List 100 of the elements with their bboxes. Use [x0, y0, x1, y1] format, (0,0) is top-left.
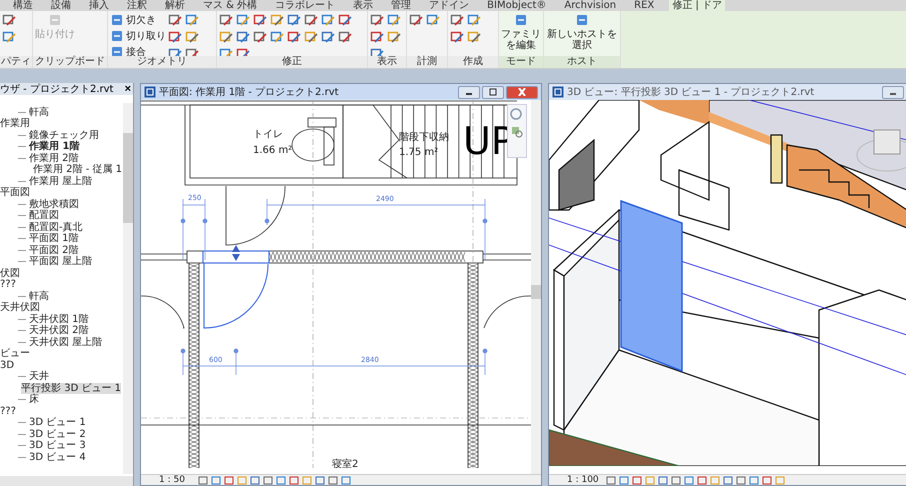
tree-item[interactable]: ???: [0, 279, 16, 290]
tree-item[interactable]: 3D ビュー 1: [29, 417, 86, 428]
tree-item[interactable]: 天井伏図 屋上階: [29, 336, 102, 348]
panel-title: ウザ - プロジェクト2.rvt: [0, 82, 114, 96]
tree-item[interactable]: 鏡像チェック用: [29, 130, 99, 141]
tree-item[interactable]: 天井伏図: [0, 302, 40, 314]
tree-item[interactable]: 軒高: [29, 290, 49, 302]
tool-icon[interactable]: [236, 30, 250, 44]
scrollbar[interactable]: [123, 103, 133, 474]
ribbon-tab[interactable]: 修正 | ドア: [669, 0, 725, 11]
maximize-button[interactable]: [482, 86, 504, 98]
tree-item[interactable]: ビュー: [0, 348, 30, 360]
ribbon-tab[interactable]: 管理: [388, 0, 414, 11]
close-button[interactable]: [506, 86, 538, 98]
tree-item[interactable]: 天井伏図 2階: [29, 325, 89, 336]
tree-item[interactable]: ???: [0, 406, 16, 417]
tree-item[interactable]: 作業用 2階: [29, 152, 79, 164]
tool-icon[interactable]: [219, 30, 233, 44]
tool-icon[interactable]: [409, 13, 423, 27]
tree-item[interactable]: 3D ビュー 3: [29, 440, 86, 452]
horizontal-scrollbar[interactable]: [0, 476, 133, 486]
tool-icon[interactable]: [304, 30, 318, 44]
ribbon-tab[interactable]: REX: [631, 0, 658, 11]
tool-icon[interactable]: [168, 30, 182, 44]
view-scale: 1 : 50: [159, 475, 186, 485]
tool-icon[interactable]: [2, 13, 16, 27]
tool-icon[interactable]: [370, 30, 384, 44]
ribbon-tab[interactable]: Archvision: [561, 0, 620, 11]
tool-icon[interactable]: [321, 30, 335, 44]
tree-item[interactable]: 配置図-真北: [29, 222, 83, 233]
ribbon-tab[interactable]: マス & 外構: [200, 0, 260, 11]
selected-door-drawing[interactable]: [620, 200, 683, 372]
tool-icon[interactable]: [287, 13, 301, 27]
ribbon-button[interactable]: 切り取り: [110, 29, 166, 43]
tool-icon[interactable]: [2, 30, 16, 44]
tree-item[interactable]: 作業用 屋上階: [29, 176, 92, 187]
ribbon-tab[interactable]: BIMobject®: [484, 0, 550, 11]
tool-icon[interactable]: [338, 30, 352, 44]
tool-icon[interactable]: [387, 13, 401, 27]
tree-item[interactable]: 平面図 2階: [29, 244, 79, 256]
tool-icon[interactable]: [185, 13, 199, 27]
ribbon-tab[interactable]: 挿入: [86, 0, 112, 11]
tool-icon[interactable]: [168, 13, 182, 27]
tool-icon[interactable]: [426, 13, 440, 27]
tree-item[interactable]: 作業用: [0, 118, 30, 130]
maximize-icon: [488, 88, 498, 96]
tool-icon: [575, 13, 589, 27]
tree-item[interactable]: 軒高: [29, 106, 49, 118]
tool-icon[interactable]: [270, 30, 284, 44]
tree-item[interactable]: 天井伏図 1階: [29, 314, 89, 325]
tool-icon[interactable]: [287, 30, 301, 44]
minimize-button[interactable]: [458, 86, 480, 98]
tree-item[interactable]: 伏図: [0, 268, 20, 279]
tool-icon[interactable]: [387, 30, 401, 44]
tool-icon[interactable]: [236, 13, 250, 27]
tool-icon[interactable]: [185, 30, 199, 44]
tool-icon[interactable]: [338, 13, 352, 27]
tool-icon[interactable]: [321, 13, 335, 27]
flip-arrow-icon[interactable]: [232, 245, 240, 261]
tool-icon[interactable]: [219, 13, 233, 27]
ribbon-tab[interactable]: 解析: [162, 0, 188, 11]
window-title: 3D ビュー: 平行投影 3D ビュー 1 - プロジェクト2.rvt: [567, 86, 816, 99]
tool-icon[interactable]: [450, 30, 464, 44]
ribbon-tab[interactable]: 表示: [350, 0, 376, 11]
ribbon-tab[interactable]: 設備: [48, 0, 74, 11]
tool-icon[interactable]: [253, 13, 267, 27]
tree-item[interactable]: 天井: [29, 371, 49, 382]
tree-item[interactable]: 敷地求積図: [29, 198, 79, 210]
tool-icon: [514, 13, 528, 27]
ribbon-tab[interactable]: 構造: [10, 0, 36, 11]
tool-icon[interactable]: [370, 13, 384, 27]
tool-icon[interactable]: [467, 13, 481, 27]
tree-item[interactable]: 床: [29, 394, 39, 406]
selected-door-drawing[interactable]: [202, 250, 270, 328]
tree-item[interactable]: 平面図: [0, 187, 30, 198]
ribbon-tab[interactable]: アドイン: [426, 0, 472, 11]
ribbon-button[interactable]: 切欠き: [110, 13, 166, 27]
tree-item[interactable]: 作業用 1階: [29, 141, 80, 152]
ribbon-button[interactable]: 新しいホストを選択: [546, 13, 618, 51]
close-button[interactable]: ×: [124, 84, 131, 94]
ribbon-tab[interactable]: コラボレート: [272, 0, 338, 11]
navigation-bar[interactable]: [507, 104, 527, 158]
tree-item[interactable]: 3D: [0, 360, 14, 371]
tool-icon[interactable]: [253, 30, 267, 44]
tool-icon[interactable]: [450, 13, 464, 27]
tree-item[interactable]: 平行投影 3D ビュー 1: [21, 382, 121, 394]
tree-item[interactable]: 平面図 1階: [29, 233, 79, 244]
tree-item[interactable]: 作業用 2階 - 従属 1: [33, 164, 122, 176]
tree-item[interactable]: 3D ビュー 4: [29, 452, 86, 463]
tree-item[interactable]: 3D ビュー 2: [29, 428, 86, 440]
tree-item[interactable]: 配置図: [29, 210, 59, 222]
tool-icon[interactable]: [467, 30, 481, 44]
tool-icon[interactable]: [270, 13, 284, 27]
tool-icon: [110, 45, 124, 56]
ribbon-button[interactable]: ファミリを編集: [501, 13, 541, 51]
tool-icon[interactable]: [304, 13, 318, 27]
panel-title: モード: [499, 56, 543, 68]
scrollbar[interactable]: [531, 100, 541, 474]
tree-item[interactable]: 平面図 屋上階: [29, 256, 92, 268]
minimize-button[interactable]: [882, 86, 904, 98]
